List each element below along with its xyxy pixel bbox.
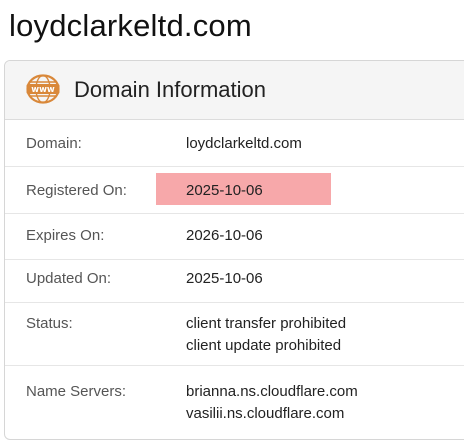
expires-on-label: Expires On: [26,227,105,244]
svg-text:www: www [31,85,55,95]
domain-label: Domain: [26,135,82,152]
registered-on-value: 2025-10-06 [186,182,263,199]
name-server-value: brianna.ns.cloudflare.com [186,383,358,400]
domain-information-card: www Domain Information Domain: loydclark… [4,60,464,440]
expires-on-value: 2026-10-06 [186,227,263,244]
card-title: Domain Information [74,77,266,102]
domain-value: loydclarkeltd.com [186,135,302,152]
row-domain: Domain: loydclarkeltd.com [5,119,464,167]
row-status: Status: client transfer prohibited clien… [5,303,464,366]
card-header: www Domain Information [5,61,464,120]
row-name-servers: Name Servers: brianna.ns.cloudflare.com … [5,366,464,446]
name-server-value: vasilii.ns.cloudflare.com [186,405,345,422]
row-registered-on: Registered On: 2025-10-06 [5,167,464,214]
status-values: client transfer prohibited client update… [186,313,346,357]
updated-on-label: Updated On: [26,270,112,287]
name-servers-label: Name Servers: [26,383,127,400]
www-globe-icon: www [26,74,60,104]
status-label: Status: [26,315,73,332]
name-servers-values: brianna.ns.cloudflare.com vasilii.ns.clo… [186,381,358,425]
updated-on-value: 2025-10-06 [186,270,263,287]
row-updated-on: Updated On: 2025-10-06 [5,260,464,303]
row-expires-on: Expires On: 2026-10-06 [5,214,464,260]
page-title: loydclarkeltd.com [9,8,252,43]
registered-on-label: Registered On: [26,182,127,199]
status-value: client transfer prohibited [186,315,347,332]
status-value: client update prohibited [186,337,342,354]
